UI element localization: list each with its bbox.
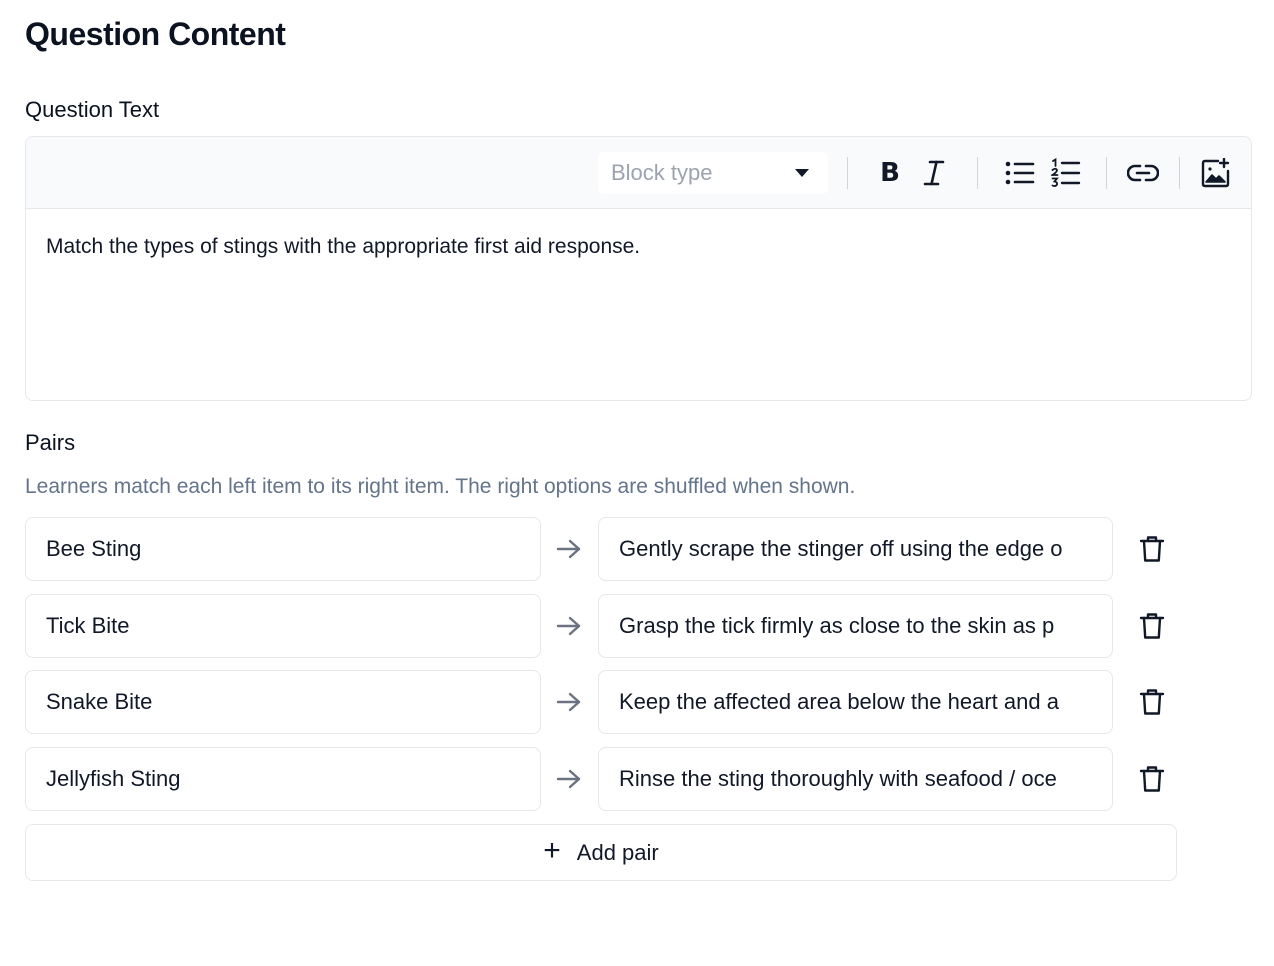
- italic-button[interactable]: [916, 155, 952, 191]
- toolbar-divider: [977, 157, 978, 189]
- pair-right-value: Gently scrape the stinger off using the …: [619, 536, 1063, 561]
- link-icon: [1127, 164, 1159, 182]
- pair-right-value: Grasp the tick firmly as close to the sk…: [619, 613, 1055, 638]
- pair-left-input[interactable]: Tick Bite: [25, 594, 541, 658]
- rich-text-editor: Block type B Match the types of stings w…: [25, 136, 1252, 401]
- question-text-content[interactable]: Match the types of stings with the appro…: [26, 209, 1251, 285]
- page-title: Question Content: [25, 16, 286, 52]
- chevron-down-icon: [795, 169, 809, 177]
- pair-right-input[interactable]: Grasp the tick firmly as close to the sk…: [598, 594, 1113, 658]
- toolbar-divider: [1179, 157, 1180, 189]
- pair-right-input[interactable]: Gently scrape the stinger off using the …: [598, 517, 1113, 581]
- italic-icon: [923, 160, 945, 186]
- add-pair-label: Add pair: [576, 839, 659, 865]
- trash-icon[interactable]: [1139, 535, 1165, 563]
- pair-left-input[interactable]: Snake Bite: [25, 670, 541, 734]
- trash-icon[interactable]: [1139, 688, 1165, 716]
- link-button[interactable]: [1125, 155, 1161, 191]
- pair-left-input[interactable]: Jellyfish Sting: [25, 747, 541, 811]
- pair-row: Jellyfish Sting Rinse the sting thorough…: [25, 747, 1185, 811]
- bold-button[interactable]: B: [872, 155, 908, 191]
- bold-icon: B: [880, 158, 900, 188]
- pairs-label: Pairs: [25, 430, 76, 455]
- pair-right-input[interactable]: Keep the affected area below the heart a…: [598, 670, 1113, 734]
- block-type-placeholder: Block type: [611, 160, 713, 185]
- pairs-help-text: Learners match each left item to its rig…: [25, 475, 856, 498]
- pair-row: Bee Sting Gently scrape the stinger off …: [25, 517, 1185, 581]
- add-pair-button[interactable]: + Add pair: [25, 824, 1177, 881]
- add-image-icon: [1201, 158, 1230, 188]
- question-text-label: Question Text: [25, 97, 160, 122]
- trash-icon[interactable]: [1139, 612, 1165, 640]
- plus-icon: +: [543, 834, 561, 867]
- bullet-list-button[interactable]: [1002, 155, 1038, 191]
- pair-row: Snake Bite Keep the affected area below …: [25, 670, 1185, 734]
- toolbar-divider: [1106, 157, 1107, 189]
- arrow-right-icon: [556, 539, 581, 559]
- arrow-right-icon: [556, 616, 581, 636]
- arrow-right-icon: [556, 692, 581, 712]
- arrow-right-icon: [556, 769, 581, 789]
- pair-right-value: Keep the affected area below the heart a…: [619, 689, 1059, 714]
- insert-image-button[interactable]: [1198, 155, 1234, 191]
- pair-right-input[interactable]: Rinse the sting thoroughly with seafood …: [598, 747, 1113, 811]
- pair-row: Tick Bite Grasp the tick firmly as close…: [25, 594, 1185, 658]
- pair-left-input[interactable]: Bee Sting: [25, 517, 541, 581]
- numbered-list-icon: [1051, 158, 1081, 187]
- block-type-select[interactable]: Block type: [598, 152, 828, 194]
- bullet-list-icon: [1005, 161, 1035, 185]
- pair-right-value: Rinse the sting thoroughly with seafood …: [619, 766, 1057, 791]
- editor-toolbar: Block type B: [26, 137, 1251, 209]
- toolbar-divider: [847, 157, 848, 189]
- trash-icon[interactable]: [1139, 765, 1165, 793]
- numbered-list-button[interactable]: [1048, 155, 1084, 191]
